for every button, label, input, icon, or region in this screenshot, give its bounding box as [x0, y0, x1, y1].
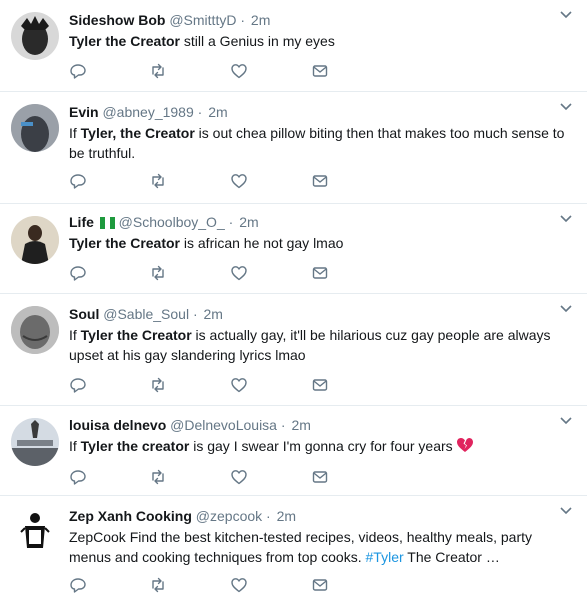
reply-icon[interactable] [69, 172, 89, 192]
direct-message-icon[interactable] [311, 468, 331, 488]
tweet[interactable]: Soul @Sable_Soul · 2m If Tyler the Creat… [0, 294, 587, 406]
separator: · [266, 508, 271, 524]
direct-message-icon[interactable] [311, 62, 331, 82]
tweet-text-part: is gay I swear I'm gonna cry for four ye… [189, 438, 453, 454]
display-name[interactable]: Life [69, 214, 94, 230]
tweet-text: ZepCook Find the best kitchen-tested rec… [69, 527, 571, 567]
avatar[interactable] [11, 216, 59, 264]
avatar[interactable] [11, 12, 59, 60]
reply-icon[interactable] [69, 576, 89, 596]
like-icon[interactable] [230, 376, 250, 396]
tweet-text-part: If [69, 438, 81, 454]
reply-icon[interactable] [69, 468, 89, 488]
retweet-icon[interactable] [149, 264, 169, 284]
timestamp[interactable]: 2m [204, 306, 223, 322]
direct-message-icon[interactable] [311, 172, 331, 192]
tweet-highlight: Tyler, the Creator [80, 125, 195, 141]
tweet[interactable]: Evin @abney_1989 · 2m If Tyler, the Crea… [0, 92, 587, 204]
user-handle[interactable]: @zepcook [196, 508, 262, 524]
display-name[interactable]: Zep Xanh Cooking [69, 508, 192, 524]
tweet[interactable]: louisa delnevo @DelnevoLouisa · 2m If Ty… [0, 406, 587, 496]
avatar[interactable] [11, 508, 59, 556]
display-name[interactable]: Sideshow Bob [69, 12, 165, 28]
broken-heart-icon [456, 438, 473, 452]
chevron-down-icon[interactable] [559, 212, 573, 226]
tweet-text: Tyler the Creator is african he not gay … [69, 233, 571, 253]
tweet-text-part: If [69, 125, 81, 141]
display-name[interactable]: Evin [69, 104, 99, 120]
separator: · [197, 104, 203, 120]
user-handle[interactable]: @DelnevoLouisa [170, 417, 277, 433]
separator: · [240, 12, 246, 28]
retweet-icon[interactable] [149, 576, 169, 596]
avatar[interactable] [11, 104, 59, 152]
avatar[interactable] [11, 306, 59, 354]
direct-message-icon[interactable] [311, 576, 331, 596]
retweet-icon[interactable] [149, 172, 169, 192]
tweet-text-part: If [69, 327, 81, 343]
tweet-text: If Tyler, the Creator is out chea pillow… [69, 123, 571, 163]
tweet-text-part: The Creator … [403, 549, 500, 565]
like-icon[interactable] [230, 468, 250, 488]
tweet-highlight: Tyler the Creator [69, 235, 180, 251]
timestamp[interactable]: 2m [291, 417, 310, 433]
separator: · [280, 417, 286, 433]
user-handle[interactable]: @abney_1989 [102, 104, 193, 120]
like-icon[interactable] [230, 576, 250, 596]
like-icon[interactable] [230, 62, 250, 82]
tweet[interactable]: Life @Schoolboy_O_ · 2m Tyler the Creato… [0, 204, 587, 294]
chevron-down-icon[interactable] [559, 8, 573, 22]
nigeria-flag-icon [99, 217, 115, 229]
user-handle[interactable]: @Sable_Soul [103, 306, 189, 322]
tweet-text-part: is african he not gay lmao [180, 235, 344, 251]
separator: · [192, 306, 198, 322]
reply-icon[interactable] [69, 264, 89, 284]
tweet-text: Tyler the Creator still a Genius in my e… [69, 31, 571, 51]
direct-message-icon[interactable] [311, 264, 331, 284]
tweet[interactable]: Sideshow Bob @SmitttyD · 2m Tyler the Cr… [0, 0, 587, 92]
reply-icon[interactable] [69, 376, 89, 396]
avatar[interactable] [11, 418, 59, 466]
timestamp[interactable]: 2m [251, 12, 270, 28]
tweet-text: If Tyler the creator is gay I swear I'm … [69, 436, 571, 456]
separator: · [228, 214, 234, 230]
like-icon[interactable] [230, 172, 250, 192]
tweet-text: If Tyler the Creator is actually gay, it… [69, 325, 571, 365]
timestamp[interactable]: 2m [208, 104, 227, 120]
tweet-highlight: Tyler the Creator [69, 33, 180, 49]
chevron-down-icon[interactable] [559, 504, 573, 518]
timestamp[interactable]: 2m [239, 214, 258, 230]
timestamp[interactable]: 2m [277, 508, 296, 524]
tweet-highlight: Tyler the creator [80, 438, 190, 454]
tweet-highlight: Tyler the Creator [80, 327, 192, 343]
chevron-down-icon[interactable] [559, 302, 573, 316]
chevron-down-icon[interactable] [559, 414, 573, 428]
tweet-text-part: still a Genius in my eyes [180, 33, 335, 49]
retweet-icon[interactable] [149, 62, 169, 82]
display-name[interactable]: Soul [69, 306, 99, 322]
direct-message-icon[interactable] [311, 376, 331, 396]
user-handle[interactable]: @SmitttyD [169, 12, 236, 28]
hashtag-link[interactable]: #Tyler [366, 549, 404, 565]
display-name[interactable]: louisa delnevo [69, 417, 166, 433]
reply-icon[interactable] [69, 62, 89, 82]
tweet[interactable]: Zep Xanh Cooking @zepcook · 2m ZepCook F… [0, 496, 587, 604]
chevron-down-icon[interactable] [559, 100, 573, 114]
like-icon[interactable] [230, 264, 250, 284]
user-handle[interactable]: @Schoolboy_O_ [119, 214, 225, 230]
retweet-icon[interactable] [149, 468, 169, 488]
tweet-feed: Sideshow Bob @SmitttyD · 2m Tyler the Cr… [0, 0, 587, 604]
retweet-icon[interactable] [149, 376, 169, 396]
